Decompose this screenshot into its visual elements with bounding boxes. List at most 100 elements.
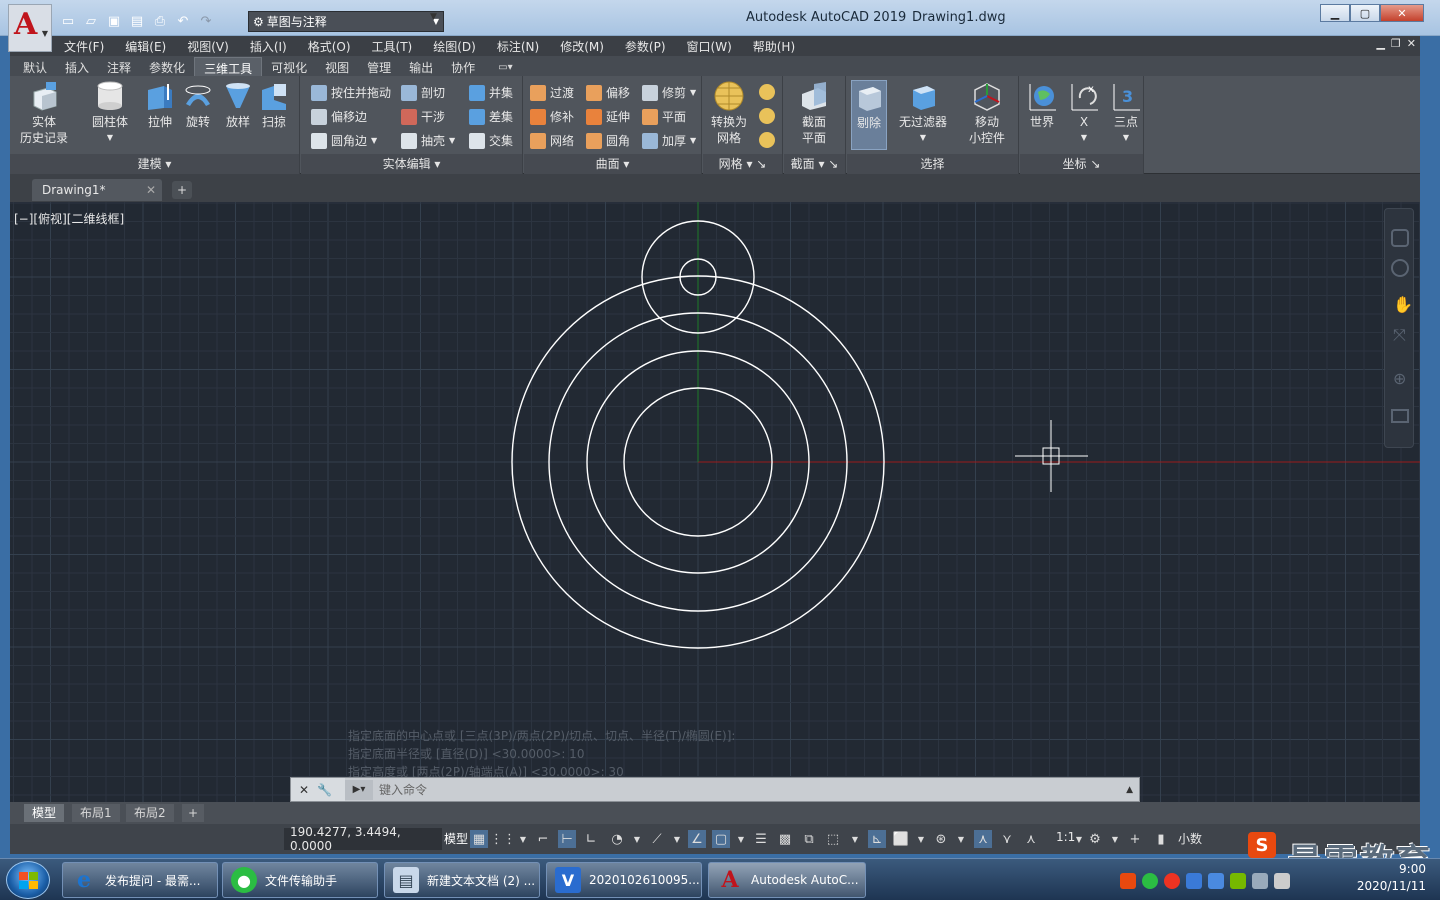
chevron-up-icon[interactable]: ▲ <box>1126 785 1133 795</box>
chevron-down-icon[interactable]: ▼ <box>846 830 864 848</box>
menu-item[interactable]: 修改(M) <box>560 38 615 55</box>
gizmo-icon[interactable]: ⊛ <box>932 830 950 848</box>
annotation-scale-icon[interactable]: ⋏ <box>1022 830 1040 848</box>
save-as-icon[interactable]: ▤ <box>127 11 147 31</box>
chevron-down-icon[interactable]: ▼ <box>514 830 532 848</box>
chevron-down-icon[interactable]: ▼ <box>952 830 970 848</box>
units-icon[interactable]: ▮ <box>1152 830 1170 848</box>
system-clock[interactable]: 9:00 2020/11/11 <box>1357 861 1426 895</box>
thicken-button[interactable]: 加厚 ▼ <box>642 132 696 149</box>
fillet-edge-button[interactable]: 圆角边 ▼ <box>311 132 377 149</box>
menu-item[interactable]: 插入(I) <box>250 38 298 55</box>
start-button[interactable] <box>6 861 50 899</box>
solid-editing-panel-title[interactable]: 实体编辑 ▾ <box>301 154 522 174</box>
chevron-down-icon[interactable]: ▼ <box>912 830 930 848</box>
intersect-button[interactable]: 交集 <box>469 132 513 149</box>
menu-item[interactable]: 帮助(H) <box>753 38 806 55</box>
command-input[interactable]: 键入命令 <box>379 781 427 798</box>
menu-item[interactable]: 文件(F) <box>64 38 115 55</box>
annotation-visibility-icon[interactable]: ⋏ <box>974 830 992 848</box>
close-button[interactable]: ✕ <box>1380 4 1424 22</box>
close-icon[interactable]: ✕ <box>146 183 156 197</box>
snap-icon[interactable]: ⋮⋮ <box>490 830 516 848</box>
ribbon-tab[interactable]: 可视化 <box>262 57 316 76</box>
convert-to-mesh-button[interactable]: 转换为 网格 <box>711 80 747 146</box>
chevron-down-icon[interactable]: ▼ <box>732 830 750 848</box>
menu-item[interactable]: 工具(T) <box>372 38 424 55</box>
selection-cycling-icon[interactable]: ⧉ <box>800 830 818 848</box>
ribbon-tab[interactable]: 注释 <box>98 57 140 76</box>
dynamic-input-icon[interactable]: ⊢ <box>558 830 576 848</box>
workspace-switcher[interactable]: ⚙ 草图与注释 ▼ <box>248 11 444 32</box>
union-button[interactable]: 并集 <box>469 84 513 101</box>
revolve-button[interactable]: 旋转 <box>182 80 214 130</box>
tab-model[interactable]: 模型 <box>24 804 65 822</box>
trim-button[interactable]: 修剪 ▼ <box>642 84 696 101</box>
weibo-tray-icon[interactable] <box>1164 873 1180 889</box>
extrude-button[interactable]: 拉伸 <box>144 80 176 130</box>
lineweight-icon[interactable]: ☰ <box>752 830 770 848</box>
file-tab-drawing1[interactable]: Drawing1* ✕ <box>32 179 162 201</box>
doc-close-button[interactable]: ✕ <box>1407 37 1416 50</box>
model-space-button[interactable]: 模型 <box>440 828 472 850</box>
cull-button[interactable]: 剔除 <box>851 80 887 150</box>
menu-item[interactable]: 绘图(D) <box>433 38 487 55</box>
taskbar-item-notepad[interactable]: ▤ 新建文本文档 (2) ... <box>384 862 540 898</box>
taskbar-item-autocad[interactable]: A Autodesk AutoC... <box>708 862 866 898</box>
cylinder-button[interactable]: 圆柱体 ▼ <box>92 80 128 146</box>
showmotion-icon[interactable] <box>1391 409 1409 423</box>
doc-restore-button[interactable]: ❐ <box>1391 37 1401 50</box>
mesh-panel-title[interactable]: 网格 ▾ ↘ <box>703 154 782 174</box>
security-tray-icon[interactable] <box>1186 873 1202 889</box>
sweep-button[interactable]: 扫掠 <box>258 80 290 130</box>
solid-history-button[interactable]: 实体 历史记录 <box>20 80 68 146</box>
viewport-controls-label[interactable]: [−][俯视][二维线框] <box>14 210 124 227</box>
undo-icon[interactable]: ↶ <box>173 11 193 31</box>
planar-button[interactable]: 平面 <box>642 108 686 125</box>
save-icon[interactable]: ▣ <box>104 11 124 31</box>
ribbon-tab[interactable]: 视图 <box>316 57 358 76</box>
3d-osnap-icon[interactable]: ⬚ <box>824 830 842 848</box>
chevron-down-icon[interactable]: ▼ <box>628 830 646 848</box>
mesh-smooth-icon[interactable] <box>759 84 775 100</box>
gear-icon[interactable]: ⚙ <box>1086 830 1104 848</box>
open-icon[interactable]: ▱ <box>81 11 101 31</box>
qat-menu-icon[interactable]: ▼ <box>430 12 437 22</box>
units-selector[interactable]: 小数 <box>1178 830 1202 847</box>
close-icon[interactable]: ✕ <box>299 783 309 797</box>
interfere-button[interactable]: 干涉 <box>401 108 445 125</box>
ribbon-tab[interactable]: 插入 <box>56 57 98 76</box>
orbit-icon[interactable] <box>1391 259 1409 277</box>
menu-item[interactable]: 参数(P) <box>625 38 677 55</box>
menu-item[interactable]: 视图(V) <box>187 38 240 55</box>
blend-button[interactable]: 过渡 <box>530 84 574 101</box>
pan-icon[interactable]: ✋ <box>1393 295 1413 314</box>
menu-item[interactable]: 标注(N) <box>497 38 550 55</box>
drawing-viewport[interactable]: [−][俯视][二维线框] ✋ ⤧ ⊕ 指定底面的中心点或 [三点(3P)/两点… <box>10 202 1420 802</box>
surface-panel-title[interactable]: 曲面 ▾ <box>524 154 701 174</box>
maximize-button[interactable]: ▢ <box>1350 4 1380 22</box>
ribbon-tab[interactable]: 三维工具 <box>194 57 263 76</box>
ribbon-tab[interactable]: 默认 <box>14 57 56 76</box>
plus-icon[interactable]: + <box>1126 830 1144 848</box>
steering-wheel-icon[interactable] <box>1391 229 1409 247</box>
ortho-icon[interactable]: ∟ <box>582 830 600 848</box>
subtract-button[interactable]: 差集 <box>469 108 513 125</box>
wechat-tray-icon[interactable] <box>1142 873 1158 889</box>
chevron-down-icon[interactable]: ▼ <box>1106 830 1124 848</box>
ribbon-tab[interactable]: 协作 <box>442 57 484 76</box>
presspull-button[interactable]: 按住并拖动 <box>311 84 391 101</box>
network-drive-tray-icon[interactable] <box>1208 873 1224 889</box>
selection-filter-icon[interactable]: ⬜ <box>892 830 910 848</box>
offset-surface-button[interactable]: 偏移 <box>586 84 630 101</box>
slice-button[interactable]: 剖切 <box>401 84 445 101</box>
section-panel-title[interactable]: 截面 ▾ ↘ <box>784 154 845 174</box>
ribbon-tab[interactable]: 参数化 <box>140 57 194 76</box>
extend-button[interactable]: 延伸 <box>586 108 630 125</box>
mesh-crease-icon[interactable] <box>759 132 775 148</box>
new-tab-button[interactable]: + <box>172 181 192 199</box>
orbit-3d-icon[interactable]: ⊕ <box>1393 369 1406 388</box>
network-tray-icon[interactable] <box>1252 873 1268 889</box>
menu-item[interactable]: 格式(O) <box>308 38 362 55</box>
menu-item[interactable]: 编辑(E) <box>125 38 177 55</box>
